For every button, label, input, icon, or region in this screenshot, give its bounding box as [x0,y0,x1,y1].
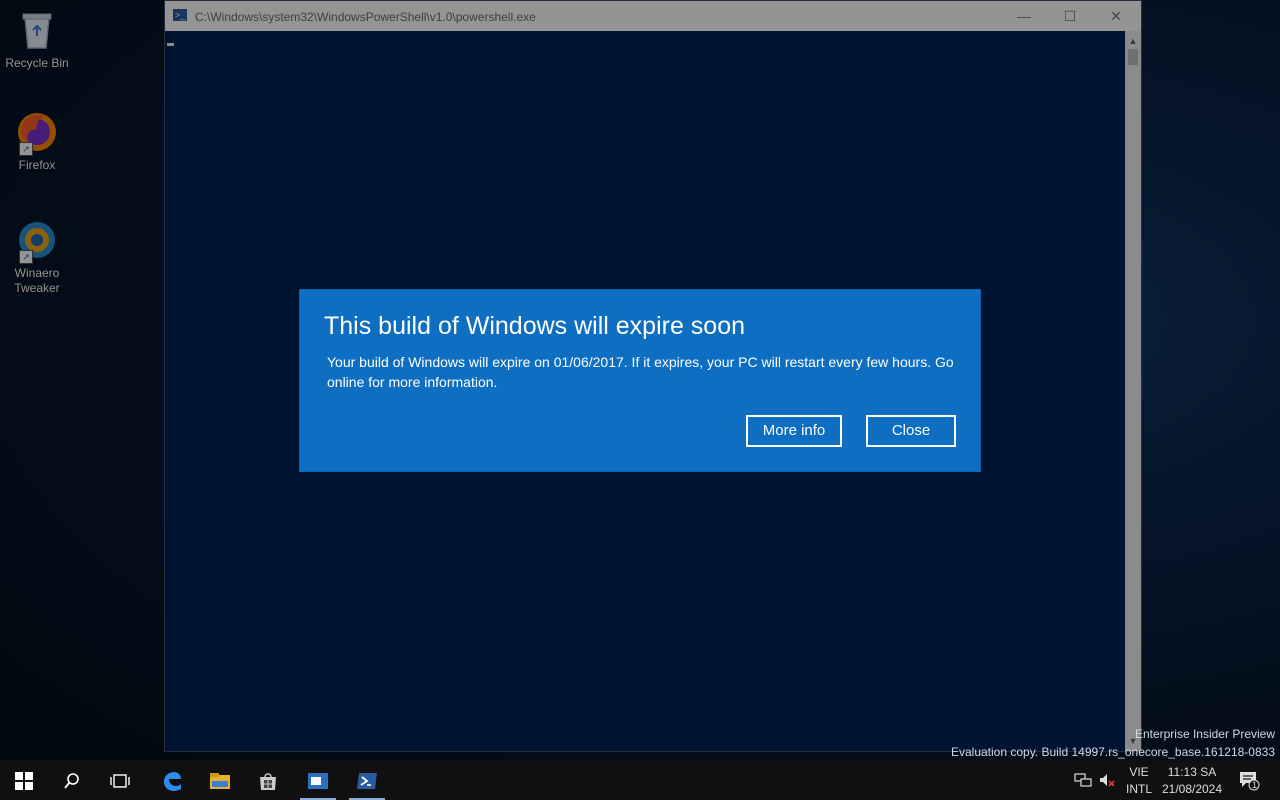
search-icon [64,772,79,789]
close-button[interactable]: Close [866,415,956,447]
volume-muted-icon [1100,774,1115,787]
app-window-icon [308,772,328,789]
language-code: VIE [1129,765,1149,779]
network-tray-button[interactable] [1074,760,1094,800]
watermark-edition: Enterprise Insider Preview [1134,727,1275,741]
expiration-dialog: This build of Windows will expire soon Y… [300,290,980,471]
clock[interactable]: 11:13 SA 21/08/2024 [1158,760,1226,800]
clock-time: 11:13 SA [1167,765,1217,779]
watermark-build: Evaluation copy. Build 14997.rs_onecore_… [950,745,1275,759]
task-view-button[interactable] [96,760,144,800]
network-icon [1074,773,1092,787]
dialog-message: Your build of Windows will expire on 01/… [327,354,954,390]
search-button[interactable] [48,760,96,800]
taskbar-edge[interactable] [148,760,196,800]
action-center-button[interactable]: 1 [1232,760,1272,800]
start-button[interactable] [0,760,48,800]
more-info-button[interactable]: More info [746,415,842,447]
store-icon [260,772,276,790]
taskbar-store[interactable] [244,760,292,800]
clock-date: 21/08/2024 [1161,782,1223,796]
notification-count: 1 [1252,780,1258,790]
taskbar-app[interactable] [294,760,342,800]
task-view-icon [110,773,130,788]
file-explorer-icon [210,772,230,789]
keyboard-layout: INTL [1125,782,1152,796]
powershell-icon [357,772,377,789]
taskbar-powershell[interactable] [343,760,391,800]
windows-logo-icon [15,771,33,790]
volume-tray-button[interactable] [1098,760,1118,800]
language-indicator[interactable]: VIE INTL [1122,760,1156,800]
taskbar: VIE INTL 11:13 SA 21/08/2024 1 [0,760,1280,800]
dialog-title: This build of Windows will expire soon [324,312,746,340]
edge-icon [164,771,181,791]
taskbar-file-explorer[interactable] [196,760,244,800]
